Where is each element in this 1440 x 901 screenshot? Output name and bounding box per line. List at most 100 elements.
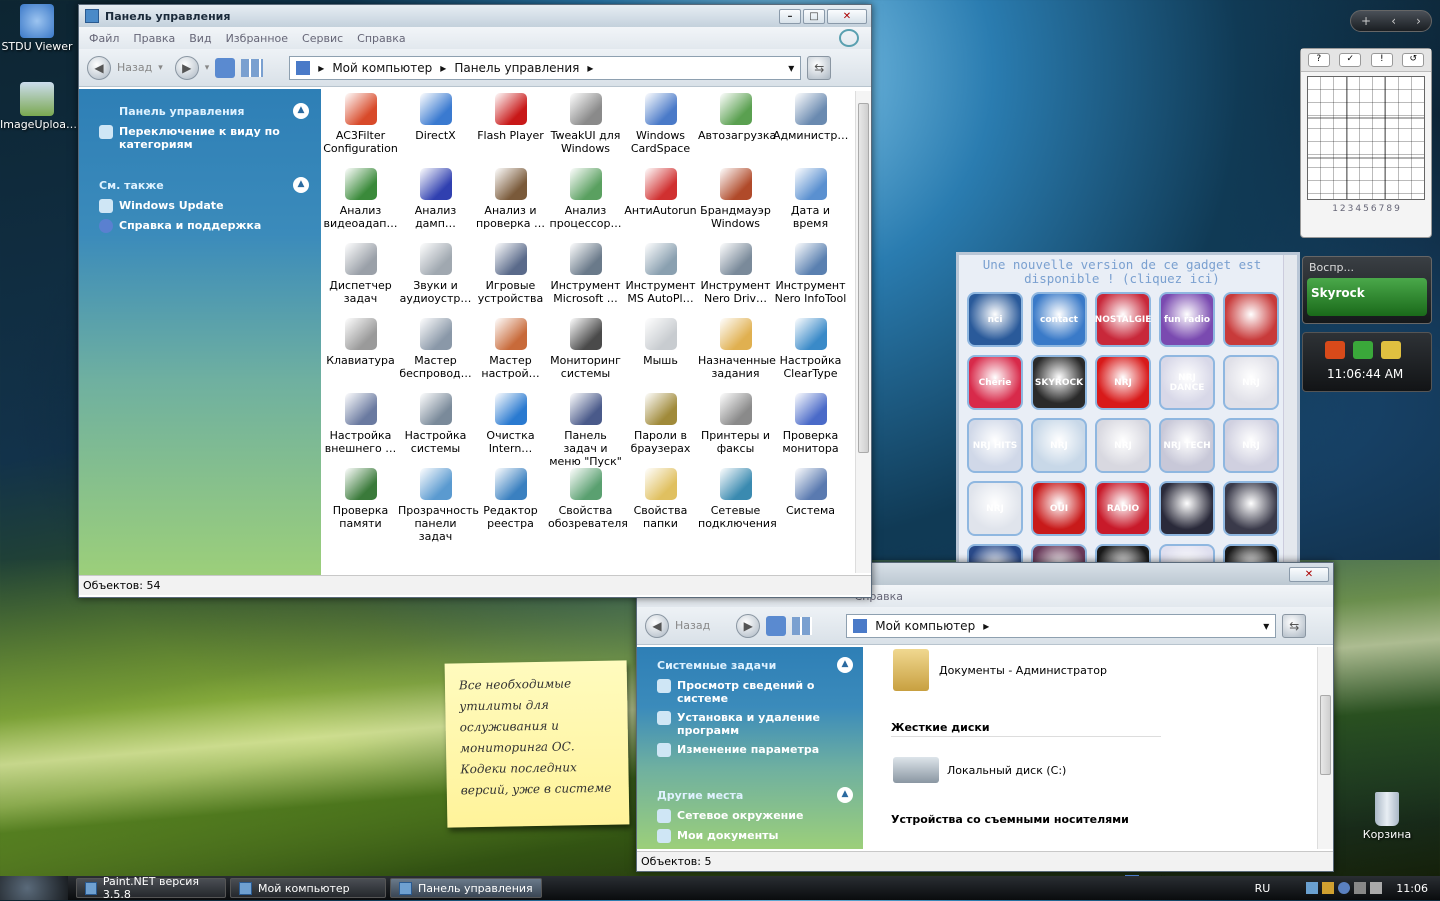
chevron-down-icon[interactable]: ▾ xyxy=(1263,619,1269,633)
menu-tools[interactable]: Сервис xyxy=(302,32,343,45)
place-item[interactable]: Мои документы xyxy=(657,829,853,843)
control-panel-item[interactable]: Администр… xyxy=(773,91,848,166)
sudoku-gadget[interactable]: ? ✓ ! ↺ 1 2 3 4 5 6 7 8 9 xyxy=(1300,48,1432,238)
control-panel-item[interactable]: Клавиатура xyxy=(323,316,398,391)
section-header[interactable]: Панель управления ▲ xyxy=(99,103,309,119)
control-panel-item[interactable]: Анализ дамп… xyxy=(398,166,473,241)
control-panel-item[interactable]: Анализ процессор… xyxy=(548,166,623,241)
player-station-display[interactable]: Skyrock xyxy=(1307,278,1427,316)
control-panel-item[interactable]: Проверка монитора xyxy=(773,391,848,466)
control-panel-item[interactable]: Windows CardSpace xyxy=(623,91,698,166)
back-arrow-icon[interactable]: ◀ xyxy=(87,55,111,80)
scrollbar[interactable] xyxy=(855,91,871,573)
control-panel-item[interactable]: Брандмауэр Windows xyxy=(698,166,773,241)
station-tile[interactable]: NRJ xyxy=(1223,355,1279,410)
collapse-icon[interactable]: ▲ xyxy=(837,657,853,673)
station-tile[interactable]: OÜI xyxy=(1031,481,1087,536)
desktop-icon-imageupload[interactable]: ImageUploa… xyxy=(0,82,77,131)
control-panel-item[interactable]: Пароли в браузерах xyxy=(623,391,698,466)
undo-icon[interactable]: ↺ xyxy=(1402,53,1425,67)
sudoku-number[interactable]: 7 xyxy=(1379,204,1385,214)
update-notice-link[interactable]: Une nouvelle version de ce gadget est di… xyxy=(959,255,1297,288)
sudoku-number-pad[interactable]: 1 2 3 4 5 6 7 8 9 xyxy=(1301,204,1431,214)
sudoku-number[interactable]: 8 xyxy=(1386,204,1392,214)
drive-item[interactable]: Локальный диск (C:) xyxy=(893,757,1317,783)
station-tile[interactable]: NRJ TECH xyxy=(1159,418,1215,473)
desktop-icon-recycle-bin[interactable]: Корзина xyxy=(1350,792,1424,841)
minimize-button[interactable]: – xyxy=(779,8,801,24)
sudoku-number[interactable]: 3 xyxy=(1348,204,1354,214)
station-tile[interactable]: NOSTALGIE xyxy=(1095,292,1151,347)
forward-arrow-icon[interactable]: ▶ xyxy=(174,55,199,80)
control-panel-item[interactable]: Мышь xyxy=(623,316,698,391)
control-panel-item[interactable]: Настройка внешнего … xyxy=(323,391,398,466)
sudoku-number[interactable]: 5 xyxy=(1363,204,1369,214)
control-panel-item[interactable]: Мониторинг системы xyxy=(548,316,623,391)
scrollbar[interactable] xyxy=(1317,647,1333,849)
address-crumb[interactable]: Мой компьютер xyxy=(332,61,432,75)
address-bar[interactable]: ▸ Мой компьютер ▸ Панель управления ▸ ▾ xyxy=(289,55,802,80)
menu-edit[interactable]: Правка xyxy=(133,32,175,45)
control-panel-item[interactable]: Инструмент MS AutoPl… xyxy=(623,241,698,316)
sudoku-number[interactable]: 9 xyxy=(1394,204,1400,214)
control-panel-item[interactable]: Звуки и аудиоустр… xyxy=(398,241,473,316)
control-panel-item[interactable]: Редактор реестра xyxy=(473,466,548,541)
control-panel-item[interactable]: Автозагрузка xyxy=(698,91,776,166)
control-panel-item[interactable]: Анализ и проверка … xyxy=(473,166,548,241)
station-tile[interactable]: contact xyxy=(1031,292,1087,347)
station-tile[interactable]: NRJ xyxy=(1031,418,1087,473)
station-tile[interactable]: NRJ xyxy=(1095,418,1151,473)
control-panel-item[interactable]: Прозрачность панели задач xyxy=(398,466,479,543)
restart-icon[interactable] xyxy=(1353,341,1373,359)
radio-scrollbar[interactable] xyxy=(1283,255,1297,577)
station-tile[interactable]: NRJ xyxy=(1095,355,1151,410)
tray-icon[interactable] xyxy=(1322,882,1335,894)
control-panel-item[interactable]: Дата и время xyxy=(773,166,848,241)
task-item[interactable]: Переключение к виду по категориям xyxy=(99,125,309,151)
tray-icon[interactable] xyxy=(1338,882,1351,894)
control-panel-item[interactable]: Инструмент Nero InfoTool xyxy=(773,241,848,316)
control-panel-item[interactable]: Мастер настрой… xyxy=(473,316,548,391)
control-panel-item[interactable]: Настройка ClearType xyxy=(773,316,848,391)
control-panel-item[interactable]: TweakUI для Windows xyxy=(548,91,623,166)
control-panel-item[interactable]: Настройка системы xyxy=(398,391,473,466)
station-tile[interactable]: Chérie xyxy=(967,355,1023,410)
up-folder-icon[interactable] xyxy=(766,615,787,636)
radio-player-gadget[interactable]: Воспр... Skyrock xyxy=(1302,256,1432,324)
task-my-computer[interactable]: Мой компьютер xyxy=(230,878,386,898)
section-header[interactable]: Системные задачи ▲ xyxy=(657,657,853,673)
control-panel-item[interactable]: Инструмент Nero Driv… xyxy=(698,241,773,316)
lock-icon[interactable] xyxy=(1381,341,1401,359)
control-panel-item[interactable]: АнтиAutorun xyxy=(623,166,698,241)
control-panel-item[interactable]: Flash Player xyxy=(473,91,548,166)
control-panel-item[interactable]: AC3Filter Configuration xyxy=(323,91,398,166)
control-panel-item[interactable]: Игровые устройства xyxy=(473,241,548,316)
views-icon[interactable] xyxy=(792,616,813,635)
control-panel-item[interactable]: Проверка памяти xyxy=(323,466,398,541)
control-panel-item[interactable]: Очистка Intern… xyxy=(473,391,548,466)
address-bar[interactable]: Мой компьютер ▸ ▾ xyxy=(846,613,1277,638)
collapse-icon[interactable]: ▲ xyxy=(293,177,309,193)
sudoku-number[interactable]: 1 xyxy=(1332,204,1338,214)
station-tile[interactable]: NRJ xyxy=(967,481,1023,536)
tray-icon[interactable] xyxy=(1306,882,1319,894)
control-panel-item[interactable]: Сетевые подключения xyxy=(698,466,777,541)
control-panel-item[interactable]: Анализ видеоадап… xyxy=(323,166,398,241)
check-icon[interactable]: ✓ xyxy=(1339,53,1362,67)
shutdown-icon[interactable] xyxy=(1325,341,1345,359)
see-also-item[interactable]: Справка и поддержка xyxy=(99,219,309,233)
go-button[interactable]: ⇆ xyxy=(1282,613,1307,638)
control-panel-item[interactable]: Диспетчер задач xyxy=(323,241,398,316)
sudoku-number[interactable]: 6 xyxy=(1371,204,1377,214)
station-tile[interactable]: NRJ xyxy=(1223,418,1279,473)
task-item[interactable]: Просмотр сведений о системе xyxy=(657,679,853,705)
forward-arrow-icon[interactable]: ▶ xyxy=(736,613,761,638)
task-item[interactable]: Изменение параметра xyxy=(657,743,853,757)
task-control-panel[interactable]: Панель управления xyxy=(390,878,542,898)
control-panel-item[interactable]: Мастер беспровод… xyxy=(398,316,473,391)
go-button[interactable]: ⇆ xyxy=(807,55,832,80)
alert-icon[interactable]: ! xyxy=(1370,53,1393,67)
control-panel-item[interactable]: Свойства обозревателя xyxy=(548,466,628,541)
menu-favorites[interactable]: Избранное xyxy=(226,32,288,45)
section-header[interactable]: См. также ▲ xyxy=(99,177,309,193)
